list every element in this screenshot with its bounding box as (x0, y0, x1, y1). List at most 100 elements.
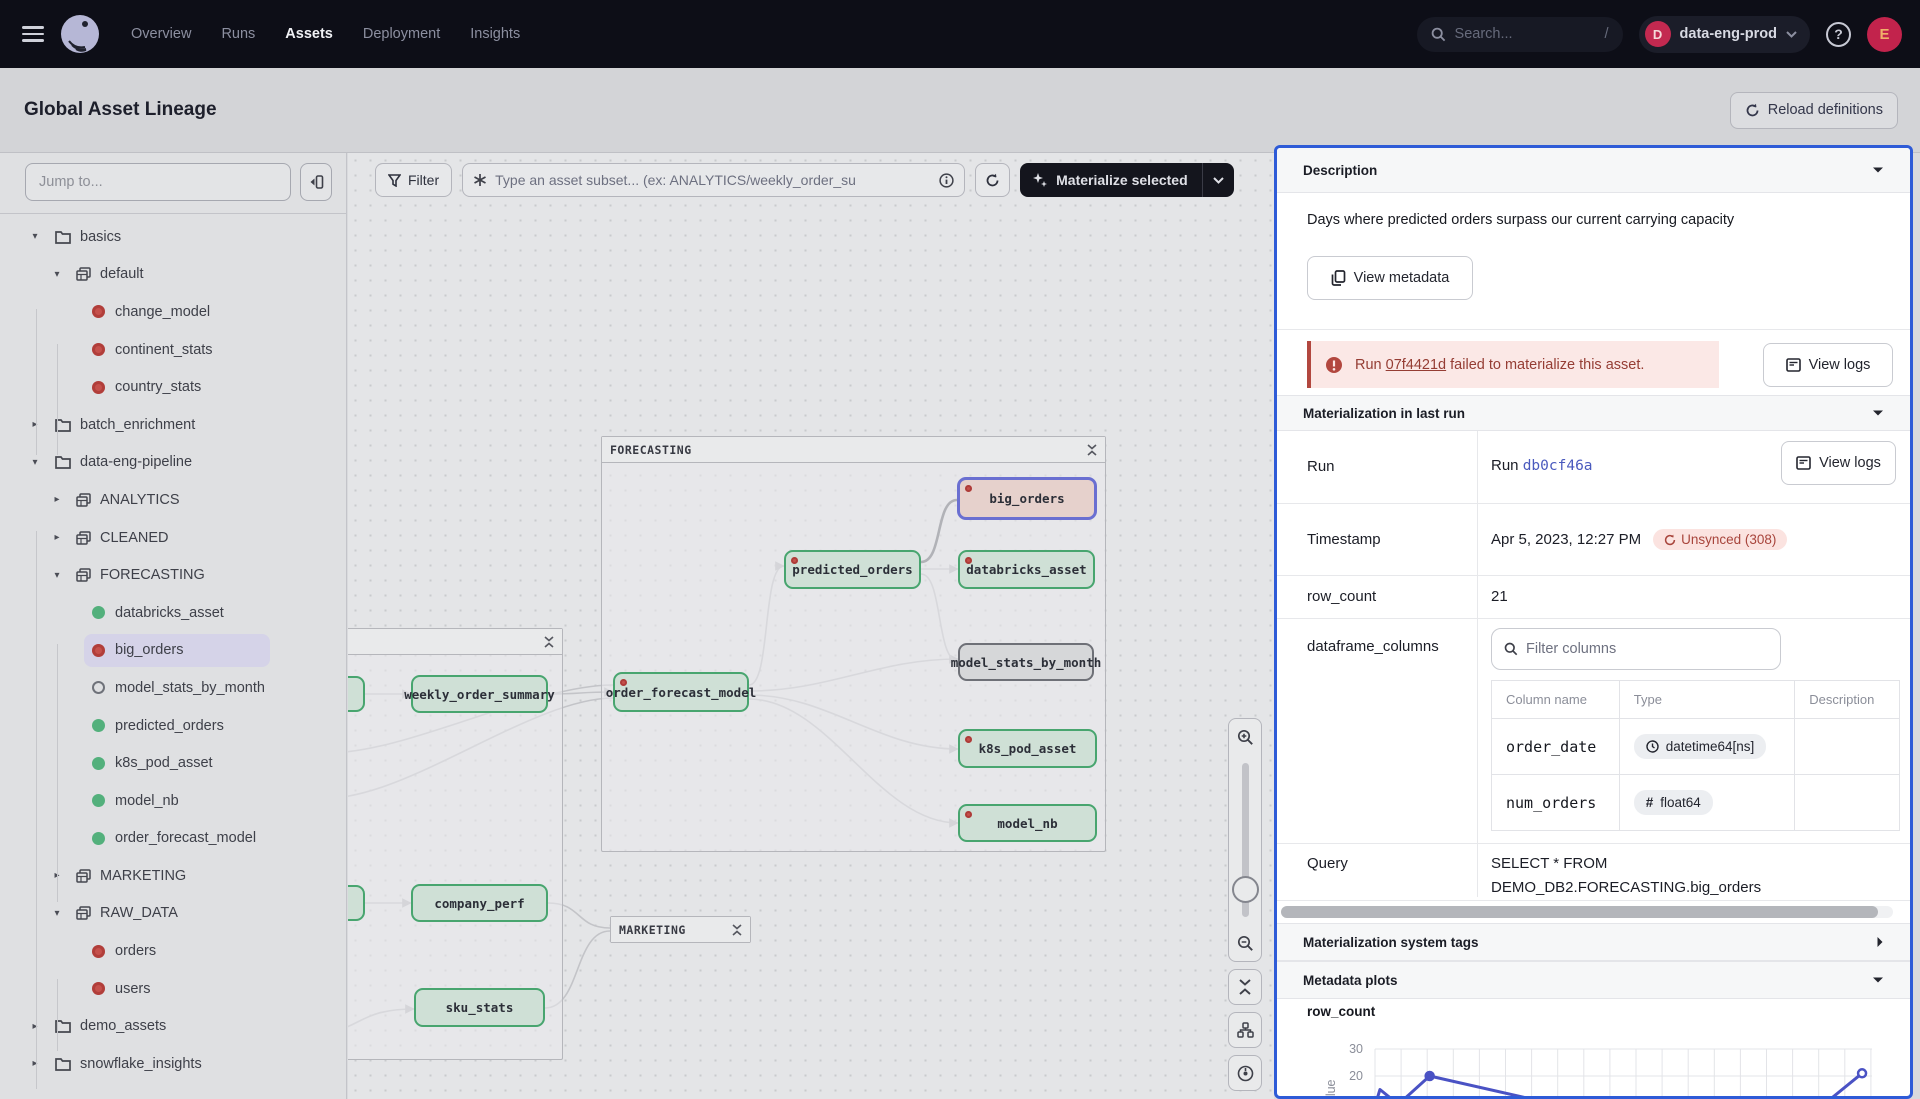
scrollbar-thumb[interactable] (1281, 906, 1878, 918)
sidebar-item-order_forecast_model[interactable]: order_forecast_model (0, 820, 346, 858)
sidebar-item-ANALYTICS[interactable]: ▸ANALYTICS (0, 481, 346, 519)
sidebar-item-FORECASTING[interactable]: ▾FORECASTING (0, 556, 346, 594)
search-input[interactable]: Search... / (1417, 17, 1623, 52)
zoom-out-button[interactable] (1229, 925, 1261, 961)
horizontal-scrollbar[interactable] (1281, 906, 1893, 918)
tree-caret-icon[interactable]: ▾ (52, 908, 62, 919)
dagster-logo-icon[interactable] (61, 15, 99, 53)
sidebar-item-continent_stats[interactable]: continent_stats (0, 331, 346, 369)
sidebar-item-default[interactable]: ▾default (0, 256, 346, 294)
recenter-button[interactable] (1228, 1055, 1262, 1091)
sidebar-item-big_orders[interactable]: big_orders (0, 632, 346, 670)
materialize-selected-button[interactable]: Materialize selected (1020, 163, 1234, 197)
zoom-slider-handle[interactable] (1232, 876, 1259, 903)
tree-item-label: CLEANED (100, 530, 169, 546)
graph-node-big_orders[interactable]: big_orders (957, 477, 1097, 520)
zoom-in-button[interactable] (1229, 719, 1261, 755)
nav-item-overview[interactable]: Overview (131, 26, 191, 42)
data-point[interactable] (1426, 1072, 1434, 1080)
run-failed-alert: Run 07f4421d failed to materialize this … (1307, 341, 1719, 388)
refresh-graph-button[interactable] (975, 163, 1010, 197)
view-metadata-button[interactable]: View metadata (1307, 256, 1473, 300)
group-header[interactable]: MARKETING (611, 917, 750, 943)
sidebar-item-orders[interactable]: orders (0, 932, 346, 970)
sidebar-item-batch_enrichment[interactable]: ▸batch_enrichment (0, 406, 346, 444)
reload-definitions-button[interactable]: Reload definitions (1730, 92, 1898, 129)
run-id-link[interactable]: db0cf46a (1523, 458, 1593, 474)
metadata-plots-section-header[interactable]: Metadata plots (1277, 961, 1910, 999)
tree-caret-icon[interactable]: ▸ (52, 532, 62, 543)
graph-node-stub1[interactable] (348, 676, 365, 712)
materialize-options-chevron[interactable] (1203, 177, 1234, 184)
nav-item-runs[interactable]: Runs (221, 26, 255, 42)
tree-caret-icon[interactable]: ▸ (52, 494, 62, 505)
graph-node-sku_stats[interactable]: sku_stats (414, 988, 545, 1027)
description-section-header[interactable]: Description (1277, 148, 1910, 193)
sidebar-item-model_nb[interactable]: model_nb (0, 782, 346, 820)
materialization-section-header[interactable]: Materialization in last run (1277, 395, 1910, 431)
unsynced-badge: Unsynced (308) (1653, 529, 1787, 550)
graph-node-company_perf[interactable]: company_perf (411, 884, 548, 922)
graph-node-predicted_orders[interactable]: predicted_orders (784, 550, 921, 589)
sidebar-item-CLEANED[interactable]: ▸ CLEANED (0, 519, 346, 557)
filter-button[interactable]: Filter (375, 163, 452, 197)
graph-node-weekly_order_summary[interactable]: weekly_order_summary (411, 675, 548, 713)
tree-caret-icon[interactable]: ▾ (30, 457, 40, 468)
sidebar-item-predicted_orders[interactable]: predicted_orders (0, 707, 346, 745)
sidebar-item-data-eng-pipeline[interactable]: ▾data-eng-pipeline (0, 444, 346, 482)
tree-item-label: k8s_pod_asset (115, 755, 213, 771)
graph-node-databricks_asset[interactable]: databricks_asset (958, 550, 1095, 589)
view-logs-button[interactable]: View logs (1763, 343, 1893, 387)
sidebar-item-country_stats[interactable]: country_stats (0, 368, 346, 406)
failed-status-dot (965, 736, 972, 743)
zoom-slider[interactable] (1229, 755, 1261, 925)
refresh-icon (1745, 103, 1760, 118)
dataframe-columns-table: Column nameTypeDescription order_date da… (1491, 680, 1900, 831)
sidebar-item-change_model[interactable]: change_model (0, 293, 346, 331)
view-logs-button-run[interactable]: View logs (1781, 441, 1896, 485)
collapse-sidebar-button[interactable] (300, 163, 332, 201)
graph-node-stub2[interactable] (348, 885, 365, 921)
nav-item-assets[interactable]: Assets (285, 26, 333, 42)
graph-node-model_stats_by_month[interactable]: model_stats_by_month (958, 643, 1094, 681)
jump-to-input[interactable]: Jump to... (25, 163, 291, 201)
group-header[interactable] (348, 629, 562, 655)
filter-columns-input[interactable]: Filter columns (1491, 628, 1781, 670)
lineage-graph-canvas[interactable]: Filter Type an asset subset... (ex: ANAL… (348, 153, 1274, 1099)
data-point[interactable] (1858, 1069, 1866, 1077)
group-collapse-icon[interactable] (732, 924, 742, 936)
deployment-switcher[interactable]: D data-eng-prod (1639, 16, 1810, 53)
sidebar-item-users[interactable]: users (0, 970, 346, 1008)
sidebar-item-MARKETING[interactable]: ▸MARKETING (0, 857, 346, 895)
sidebar-item-databricks_asset[interactable]: databricks_asset (0, 594, 346, 632)
nav-item-insights[interactable]: Insights (470, 26, 520, 42)
collapse-groups-button[interactable] (1228, 969, 1262, 1005)
tree-caret-icon[interactable]: ▾ (30, 231, 40, 242)
sidebar-item-demo_assets[interactable]: ▸demo_assets (0, 1007, 346, 1045)
tree-caret-icon[interactable]: ▸ (30, 1021, 40, 1032)
hamburger-menu-icon[interactable] (22, 26, 44, 42)
help-button[interactable]: ? (1826, 22, 1851, 47)
tree-caret-icon[interactable]: ▸ (30, 1058, 40, 1069)
sidebar-item-RAW_DATA[interactable]: ▾RAW_DATA (0, 895, 346, 933)
graph-node-order_forecast_model[interactable]: order_forecast_model (613, 672, 749, 712)
sidebar-item-k8s_pod_asset[interactable]: k8s_pod_asset (0, 744, 346, 782)
nav-item-deployment[interactable]: Deployment (363, 26, 440, 42)
sidebar-item-model_stats_by_month[interactable]: model_stats_by_month (0, 669, 346, 707)
group-collapse-icon[interactable] (544, 636, 554, 648)
system-tags-section-header[interactable]: Materialization system tags (1277, 923, 1910, 961)
tree-caret-icon[interactable]: ▾ (52, 269, 62, 280)
graph-node-model_nb[interactable]: model_nb (958, 804, 1097, 842)
sidebar-item-snowflake_insights[interactable]: ▸snowflake_insights (0, 1045, 346, 1083)
user-avatar[interactable]: E (1867, 17, 1902, 52)
info-icon[interactable] (939, 173, 954, 188)
layout-hierarchy-button[interactable] (1228, 1012, 1262, 1048)
tree-caret-icon[interactable]: ▸ (30, 419, 40, 430)
run-id-link[interactable]: 07f4421d (1386, 357, 1446, 373)
group-collapse-icon[interactable] (1087, 444, 1097, 456)
asset-subset-input[interactable]: Type an asset subset... (ex: ANALYTICS/w… (462, 163, 965, 197)
tree-caret-icon[interactable]: ▾ (52, 570, 62, 581)
graph-node-k8s_pod_asset[interactable]: k8s_pod_asset (958, 729, 1097, 768)
sidebar-item-basics[interactable]: ▾basics (0, 218, 346, 256)
group-header[interactable]: FORECASTING (602, 437, 1105, 463)
